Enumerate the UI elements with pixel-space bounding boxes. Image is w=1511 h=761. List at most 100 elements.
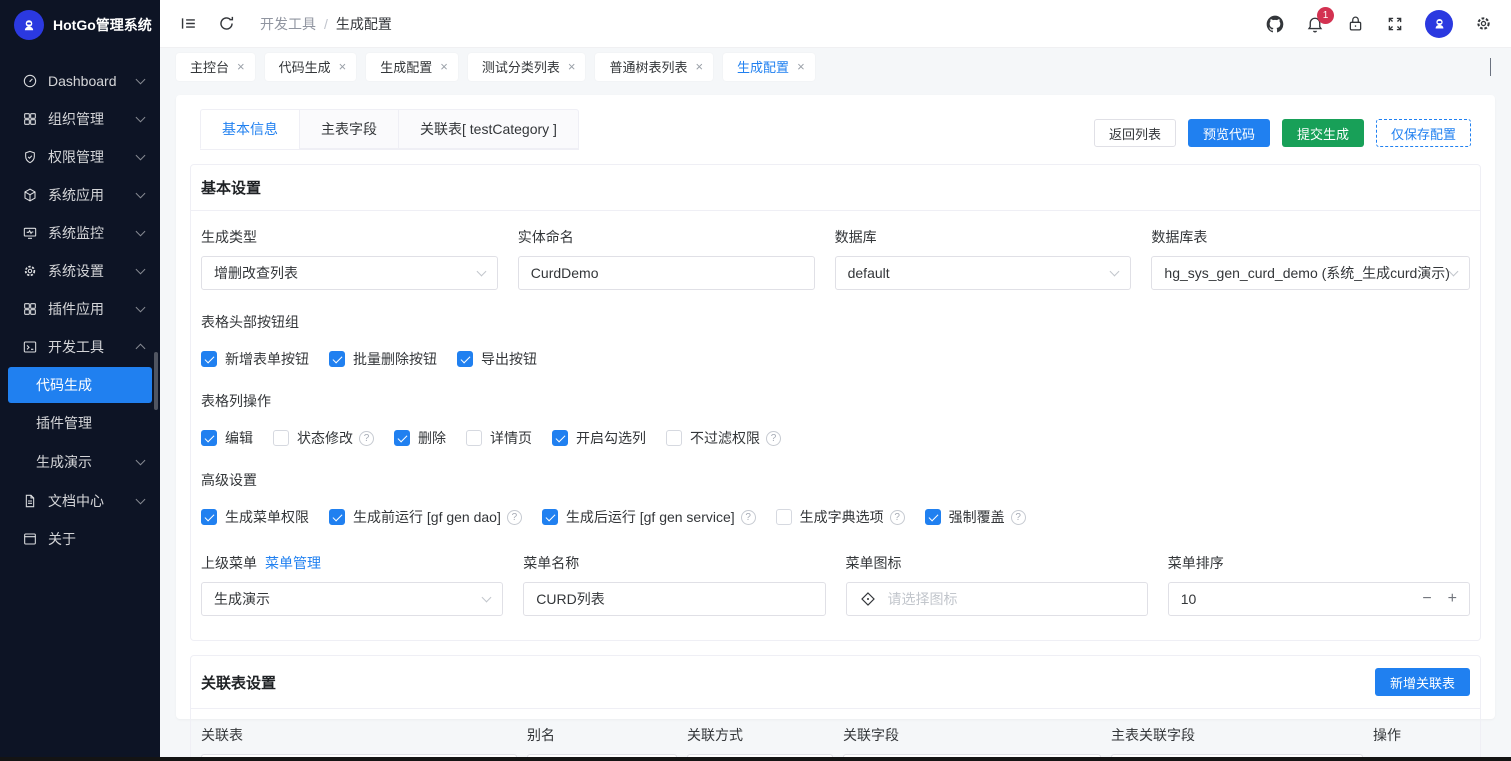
menu-management-link[interactable]: 菜单管理 [265, 553, 321, 573]
sidebar-item-permissions[interactable]: 权限管理 [0, 138, 160, 176]
add-relation-table-button[interactable]: 新增关联表 [1375, 668, 1470, 696]
preview-code-button[interactable]: 预览代码 [1188, 119, 1270, 147]
parent-menu-select[interactable]: 生成演示 [201, 582, 503, 616]
menu-icon-input[interactable] [888, 591, 1135, 607]
sidebar-item-dev-tools[interactable]: 开发工具 [0, 328, 160, 366]
checkbox-status-modify[interactable]: 状态修改 [273, 428, 374, 448]
sidebar-scrollbar[interactable] [154, 352, 158, 410]
decrement-icon[interactable]: − [1422, 591, 1431, 607]
sidebar-item-doc-center[interactable]: 文档中心 [0, 482, 160, 520]
checkbox[interactable] [394, 430, 410, 446]
save-config-only-button[interactable]: 仅保存配置 [1376, 119, 1471, 147]
field-label: 菜单排序 [1168, 553, 1470, 573]
checkbox-label: 生成后运行 [gf gen service] [566, 507, 735, 527]
page-tab-console[interactable]: 主控台 [176, 53, 255, 81]
notifications-bell-icon[interactable]: 1 [1305, 14, 1325, 34]
page-tab-generation-config[interactable]: 生成配置 [366, 53, 458, 81]
settings-gear-icon[interactable] [1473, 14, 1493, 34]
sidebar-item-plugin-apps[interactable]: 插件应用 [0, 290, 160, 328]
close-icon[interactable] [339, 60, 347, 73]
help-icon[interactable] [741, 510, 756, 525]
entity-name-input[interactable] [531, 265, 802, 281]
close-icon[interactable] [797, 60, 805, 73]
close-icon[interactable] [440, 60, 448, 73]
close-icon[interactable] [695, 60, 703, 73]
checkbox-add-form-button[interactable]: 新增表单按钮 [201, 349, 309, 369]
checkbox-enable-selection-column[interactable]: 开启勾选列 [552, 428, 646, 448]
sidebar-item-system-monitor[interactable]: 系统监控 [0, 214, 160, 252]
page-tab-code-generation[interactable]: 代码生成 [265, 53, 357, 81]
sidebar-item-about[interactable]: 关于 [0, 520, 160, 558]
checkbox[interactable] [329, 351, 345, 367]
page-tab-test-category-list[interactable]: 测试分类列表 [468, 53, 586, 81]
submit-generate-button[interactable]: 提交生成 [1282, 119, 1364, 147]
menu-name-input[interactable] [536, 591, 812, 607]
checkbox[interactable] [666, 430, 682, 446]
checkbox-force-overwrite[interactable]: 强制覆盖 [925, 507, 1026, 527]
help-icon[interactable] [766, 431, 781, 446]
checkbox-generate-dict-options[interactable]: 生成字典选项 [776, 507, 905, 527]
sidebar-subitem-plugin-management[interactable]: 插件管理 [8, 404, 152, 442]
sidebar-item-organization[interactable]: 组织管理 [0, 100, 160, 138]
page-tab-generation-config-active[interactable]: 生成配置 [723, 53, 815, 81]
sidebar-subitem-generation-demo[interactable]: 生成演示 [8, 443, 152, 481]
help-icon[interactable] [1011, 510, 1026, 525]
back-to-list-button[interactable]: 返回列表 [1094, 119, 1176, 147]
checkbox[interactable] [466, 430, 482, 446]
checkbox[interactable] [925, 509, 941, 525]
tab-relation-table[interactable]: 关联表[ testCategory ] [398, 109, 579, 149]
group-label: 高级设置 [201, 470, 1470, 490]
checkbox-run-before-generate[interactable]: 生成前运行 [gf gen dao] [329, 507, 522, 527]
field-menu-sort: 菜单排序 − + [1168, 553, 1470, 616]
checkbox-export-button[interactable]: 导出按钮 [457, 349, 537, 369]
tab-label: 测试分类列表 [482, 57, 560, 76]
checkbox-no-permission-filter[interactable]: 不过滤权限 [666, 428, 781, 448]
sidebar-item-system-settings[interactable]: 系统设置 [0, 252, 160, 290]
checkbox[interactable] [329, 509, 345, 525]
close-icon[interactable] [237, 60, 245, 73]
sidebar-subitem-code-generation[interactable]: 代码生成 [8, 367, 152, 403]
app-logo[interactable]: HotGo管理系统 [0, 0, 160, 50]
checkbox-edit[interactable]: 编辑 [201, 428, 253, 448]
checkbox[interactable] [542, 509, 558, 525]
help-icon[interactable] [890, 510, 905, 525]
refresh-icon[interactable] [216, 14, 236, 34]
help-icon[interactable] [359, 431, 374, 446]
tabbar-dropdown-chevron-icon[interactable] [1482, 54, 1499, 80]
checkbox[interactable] [776, 509, 792, 525]
user-avatar[interactable] [1425, 10, 1453, 38]
checkbox[interactable] [201, 430, 217, 446]
action-buttons: 返回列表 预览代码 提交生成 仅保存配置 [1094, 119, 1471, 150]
checkbox[interactable] [201, 509, 217, 525]
chevron-down-icon [1449, 267, 1459, 277]
collapse-sidebar-icon[interactable] [178, 14, 198, 34]
fullscreen-icon[interactable] [1385, 14, 1405, 34]
checkbox-detail-page[interactable]: 详情页 [466, 428, 532, 448]
checkbox-run-after-generate[interactable]: 生成后运行 [gf gen service] [542, 507, 756, 527]
increment-icon[interactable]: + [1448, 591, 1457, 607]
sidebar-item-system-apps[interactable]: 系统应用 [0, 176, 160, 214]
icon-picker-icon[interactable] [859, 590, 877, 608]
lock-screen-icon[interactable] [1345, 14, 1365, 34]
tab-master-fields[interactable]: 主表字段 [299, 109, 399, 149]
checkbox[interactable] [201, 351, 217, 367]
page-tab-tree-table-list[interactable]: 普通树表列表 [595, 53, 713, 81]
menu-sort-input[interactable] [1181, 591, 1221, 607]
advanced-settings-group: 高级设置 生成菜单权限 生成前运行 [gf gen dao] [201, 470, 1470, 527]
database-select[interactable]: default [835, 256, 1132, 290]
generation-type-select[interactable]: 增删改查列表 [201, 256, 498, 290]
sidebar-item-dashboard[interactable]: Dashboard [0, 62, 160, 100]
checkbox[interactable] [273, 430, 289, 446]
close-icon[interactable] [568, 60, 576, 73]
breadcrumb-section[interactable]: 开发工具 [260, 14, 316, 34]
checkbox[interactable] [457, 351, 473, 367]
checkbox-batch-delete-button[interactable]: 批量删除按钮 [329, 349, 437, 369]
checkbox-generate-menu-permission[interactable]: 生成菜单权限 [201, 507, 309, 527]
checkbox[interactable] [552, 430, 568, 446]
help-icon[interactable] [507, 510, 522, 525]
database-table-select[interactable]: hg_sys_gen_curd_demo (系统_生成curd演示) [1151, 256, 1470, 290]
github-icon[interactable] [1265, 14, 1285, 34]
checkbox-delete[interactable]: 删除 [394, 428, 446, 448]
tab-basic-info[interactable]: 基本信息 [200, 109, 300, 149]
tab-label: 普通树表列表 [609, 57, 687, 76]
